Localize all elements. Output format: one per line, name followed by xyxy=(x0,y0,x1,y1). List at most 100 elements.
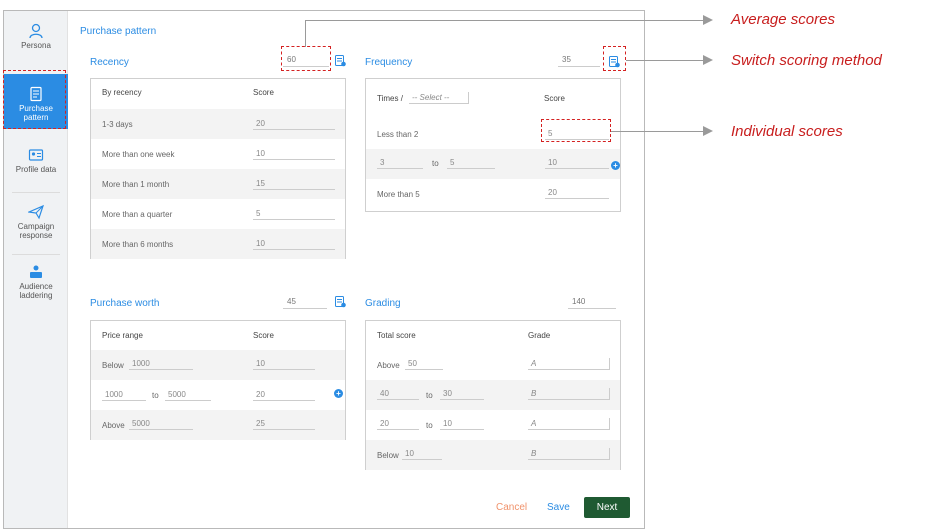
frequency-title: Frequency xyxy=(365,57,413,68)
table-row: Below 1000 10 xyxy=(91,350,345,380)
table-row: 3 to 5 10 xyxy=(366,149,620,179)
score-input[interactable]: 25 xyxy=(253,418,315,430)
purchase-worth-title: Purchase worth xyxy=(90,298,160,309)
app-window: Persona Purchase pattern Profile data Ca… xyxy=(3,10,645,529)
sidebar-item-label: Profile data xyxy=(15,165,57,174)
highlight-box-switch-method xyxy=(603,46,626,71)
highlight-box-average-score xyxy=(281,46,331,71)
paper-plane-icon xyxy=(28,204,44,220)
total-score-input[interactable]: 50 xyxy=(405,358,443,370)
to-label: to xyxy=(152,391,159,400)
persona-icon xyxy=(29,23,43,39)
grading-header-row: Total score Grade xyxy=(366,321,620,351)
highlight-box-active-tab xyxy=(3,70,66,129)
table-row: More than 5 20 xyxy=(366,179,620,209)
times-select[interactable]: -- Select -- xyxy=(409,92,469,104)
to-label: to xyxy=(426,391,433,400)
sidebar-item-label: Audience laddering xyxy=(19,282,53,300)
cancel-button[interactable]: Cancel xyxy=(496,502,527,513)
row-label: More than 6 months xyxy=(102,240,174,249)
row-label: Below xyxy=(102,361,124,370)
score-input[interactable]: 10 xyxy=(545,157,609,169)
score-input[interactable]: 5 xyxy=(253,208,335,220)
switch-scoring-callout: Switch scoring method xyxy=(731,52,882,69)
sidebar-divider xyxy=(12,254,60,255)
arrow-head-icon xyxy=(703,55,713,65)
score-input[interactable]: 10 xyxy=(253,358,315,370)
row-label: More than one week xyxy=(102,150,175,159)
grade-select[interactable]: B xyxy=(528,388,610,400)
switch-scoring-icon[interactable] xyxy=(335,55,346,67)
switch-scoring-icon[interactable] xyxy=(335,296,346,308)
purchase-worth-col-score: Score xyxy=(253,331,274,340)
range-to-input[interactable]: 10 xyxy=(440,418,484,430)
score-input[interactable]: 10 xyxy=(253,148,335,160)
grading-col-label: Total score xyxy=(377,331,416,340)
score-input[interactable]: 20 xyxy=(545,187,609,199)
range-to-input[interactable]: 5 xyxy=(447,157,495,169)
add-row-button[interactable]: + xyxy=(334,389,343,398)
grading-col-grade: Grade xyxy=(528,331,551,340)
score-input[interactable]: 10 xyxy=(253,238,335,250)
grading-panel: Total score Grade Above 50 A 40 to 30 B … xyxy=(365,320,621,470)
score-input[interactable]: 20 xyxy=(253,389,315,401)
recency-panel: By recency Score 1-3 days 20 More than o… xyxy=(90,78,346,259)
row-label: Below xyxy=(377,451,399,460)
range-to-input[interactable]: 5000 xyxy=(165,389,211,401)
row-label: Less than 2 xyxy=(377,130,419,139)
table-row: 20 to 10 A xyxy=(366,410,620,440)
sidebar-item-profile-data[interactable]: Profile data xyxy=(4,147,68,177)
table-row: More than 6 months 10 xyxy=(91,229,345,259)
row-label: Above xyxy=(377,361,400,370)
save-button[interactable]: Save xyxy=(547,502,570,513)
next-button[interactable]: Next xyxy=(584,497,630,518)
grade-select[interactable]: B xyxy=(528,448,610,460)
sidebar-item-audience-laddering[interactable]: Audience laddering xyxy=(4,264,68,304)
sidebar-item-label: Campaign response xyxy=(17,222,55,240)
audience-laddering-icon xyxy=(30,265,42,278)
callout-connector xyxy=(305,20,306,47)
score-input[interactable]: 20 xyxy=(253,118,335,130)
add-row-button[interactable]: + xyxy=(611,161,620,170)
table-row: More than 1 month 15 xyxy=(91,169,345,199)
purchase-worth-average-score[interactable]: 45 xyxy=(283,296,327,309)
row-label: More than 1 month xyxy=(102,180,170,189)
table-row: 40 to 30 B xyxy=(366,380,620,410)
frequency-col-score: Score xyxy=(544,94,565,103)
recency-header-row: By recency Score xyxy=(91,79,345,109)
price-input[interactable]: 5000 xyxy=(129,418,193,430)
callout-connector xyxy=(305,20,703,21)
range-from-input[interactable]: 20 xyxy=(377,418,419,430)
arrow-head-icon xyxy=(703,15,713,25)
sidebar-item-label: Persona xyxy=(21,41,51,50)
range-from-input[interactable]: 40 xyxy=(377,388,419,400)
grading-total-score[interactable]: 140 xyxy=(568,296,616,309)
price-input[interactable]: 1000 xyxy=(129,358,193,370)
grade-select[interactable]: A xyxy=(528,358,610,370)
row-label: Above xyxy=(102,421,125,430)
score-input[interactable]: 15 xyxy=(253,178,335,190)
row-label: More than 5 xyxy=(377,190,420,199)
sidebar-item-campaign-response[interactable]: Campaign response xyxy=(4,204,68,244)
frequency-average-score[interactable]: 35 xyxy=(558,54,600,67)
individual-scores-callout: Individual scores xyxy=(731,123,843,140)
table-row: 1000 to 5000 20 xyxy=(91,380,345,410)
sidebar-item-persona[interactable]: Persona xyxy=(4,23,68,57)
frequency-panel: Times / -- Select -- Score Less than 2 5… xyxy=(365,78,621,212)
purchase-worth-panel: Price range Score Below 1000 10 1000 to … xyxy=(90,320,346,440)
row-label: 1-3 days xyxy=(102,120,133,129)
table-row: More than a quarter 5 xyxy=(91,199,345,229)
frequency-col-label: Times / xyxy=(377,94,403,103)
row-label: More than a quarter xyxy=(102,210,173,219)
profile-data-icon xyxy=(28,149,44,161)
range-to-input[interactable]: 30 xyxy=(440,388,484,400)
table-row: Above 50 A xyxy=(366,350,620,380)
highlight-box-individual-score xyxy=(541,119,611,142)
range-from-input[interactable]: 1000 xyxy=(102,389,146,401)
purchase-worth-col-label: Price range xyxy=(102,331,143,340)
total-score-input[interactable]: 10 xyxy=(402,448,442,460)
range-from-input[interactable]: 3 xyxy=(377,157,423,169)
grade-select[interactable]: A xyxy=(528,418,610,430)
table-row: Below 10 B xyxy=(366,440,620,470)
grading-title: Grading xyxy=(365,298,401,309)
